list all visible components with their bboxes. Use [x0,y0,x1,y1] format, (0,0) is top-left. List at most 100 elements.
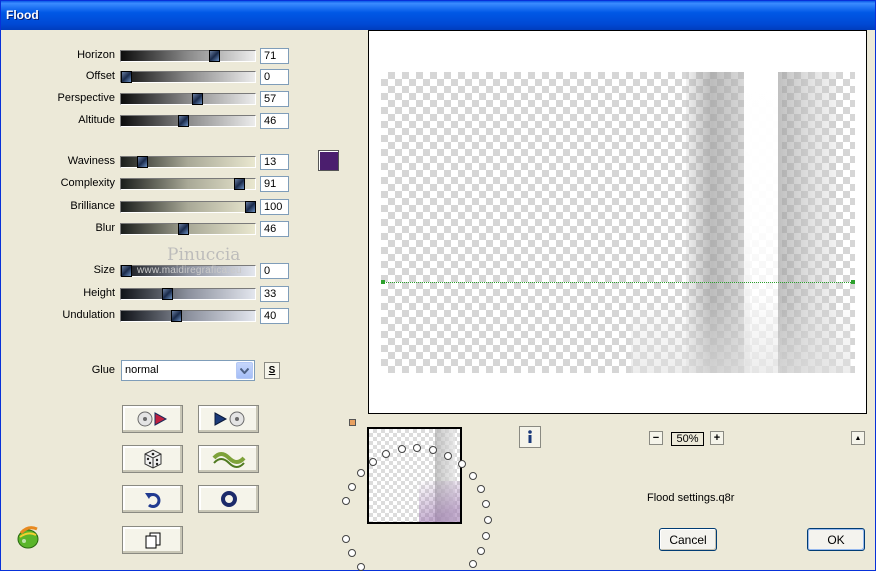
param-slider-complexity[interactable] [120,178,256,190]
zoom-level: 50% [671,432,704,446]
param-row-height: Height 33 [1,285,301,303]
ok-button[interactable]: OK [807,528,865,551]
wave-button[interactable] [198,445,259,473]
param-label-height: Height [83,287,115,299]
param-slider-altitude[interactable] [120,115,256,127]
zoom-out-label: − [652,432,660,444]
glue-select[interactable]: normal [121,360,255,381]
param-slider-blur[interactable] [120,223,256,235]
slider-thumb[interactable] [137,156,148,168]
zoom-in-button[interactable]: + [710,431,724,445]
param-value-height[interactable]: 33 [260,286,289,302]
slider-thumb[interactable] [209,50,220,62]
collapse-button[interactable]: ▲ [851,431,865,445]
dial-dot[interactable] [469,560,477,568]
undo-button[interactable] [122,485,183,513]
param-row-horizon: Horizon 71 [1,47,301,65]
glue-s-button[interactable]: S [264,362,280,379]
dial-dot[interactable] [348,483,356,491]
chevron-up-icon: ▲ [854,434,862,442]
color-swatch[interactable] [318,150,339,171]
dial-dot[interactable] [429,446,437,454]
dial-dot[interactable] [482,532,490,540]
copy-button[interactable] [122,526,183,554]
param-value-horizon[interactable]: 71 [260,48,289,64]
watermark-name: Pinuccia [167,245,241,265]
dial-dot[interactable] [469,472,477,480]
dial-dot[interactable] [348,549,356,557]
param-value-waviness[interactable]: 13 [260,154,289,170]
param-slider-offset[interactable] [120,71,256,83]
dial-dot[interactable] [458,460,466,468]
reset-button[interactable] [198,485,259,513]
horizon-line[interactable] [381,282,855,283]
param-row-undulation: Undulation 40 [1,307,301,325]
param-label-blur: Blur [95,222,115,234]
zoom-out-button[interactable]: − [649,431,663,445]
zoom-in-label: + [713,432,721,444]
dial-dot[interactable] [484,516,492,524]
dial-dot[interactable] [398,445,406,453]
param-value-offset[interactable]: 0 [260,69,289,85]
slider-thumb[interactable] [192,93,203,105]
slider-thumb[interactable] [162,288,173,300]
param-value-complexity[interactable]: 91 [260,176,289,192]
copy-to-preview-button[interactable] [122,405,183,433]
horizon-handle-left[interactable] [381,280,385,284]
navigator-thumbnail[interactable] [367,427,462,524]
dial-dot[interactable] [357,563,365,571]
param-slider-undulation[interactable] [120,310,256,322]
param-slider-horizon[interactable] [120,50,256,62]
dice-icon [144,449,161,469]
param-slider-height[interactable] [120,288,256,300]
dial-dot[interactable] [444,452,452,460]
dial-dot[interactable] [342,497,350,505]
param-row-brilliance: Brilliance 100 [1,198,301,216]
param-value-blur[interactable]: 46 [260,221,289,237]
randomize-button[interactable] [122,445,183,473]
dial-dot[interactable] [342,535,350,543]
param-label-waviness: Waviness [67,155,115,167]
slider-thumb[interactable] [245,201,256,213]
title-bar[interactable]: Flood [1,1,875,30]
param-slider-perspective[interactable] [120,93,256,105]
settings-filename: Flood settings.q8r [647,492,735,504]
dial-dot[interactable] [369,458,377,466]
dial-dot[interactable] [477,547,485,555]
slider-thumb[interactable] [234,178,245,190]
param-value-brilliance[interactable]: 100 [260,199,289,215]
dial-dot[interactable] [413,444,421,452]
param-label-offset: Offset [85,70,115,82]
chevron-down-icon[interactable] [236,362,253,379]
copy-icon [145,532,160,549]
param-slider-brilliance[interactable] [120,201,256,213]
param-value-perspective[interactable]: 57 [260,91,289,107]
param-value-altitude[interactable]: 46 [260,113,289,129]
info-icon [528,430,532,443]
navigator-handle[interactable] [349,419,356,426]
dial-dot[interactable] [357,469,365,477]
preview-image [381,72,855,373]
info-button[interactable] [519,426,541,448]
slider-thumb[interactable] [178,223,189,235]
dial-dot[interactable] [477,485,485,493]
play-disc-icon [214,411,244,427]
slider-thumb[interactable] [121,265,132,277]
horizon-handle-right[interactable] [851,280,855,284]
cancel-button[interactable]: Cancel [659,528,717,551]
param-slider-waviness[interactable] [120,156,256,168]
slider-thumb[interactable] [171,310,182,322]
param-row-complexity: Complexity 91 [1,175,301,193]
slider-thumb[interactable] [178,115,189,127]
watermark: Pinuccia www.maidiregrafica.eu [135,245,275,276]
ok-label: OK [827,532,845,547]
glue-s-label: S [268,365,276,376]
param-label-complexity: Complexity [60,177,115,189]
copy-from-preview-button[interactable] [198,405,259,433]
param-value-undulation[interactable]: 40 [260,308,289,324]
dial-dot[interactable] [482,500,490,508]
preview-canvas[interactable] [368,30,867,414]
dial-dot[interactable] [382,450,390,458]
slider-thumb[interactable] [121,71,132,83]
app-logo [15,523,41,549]
